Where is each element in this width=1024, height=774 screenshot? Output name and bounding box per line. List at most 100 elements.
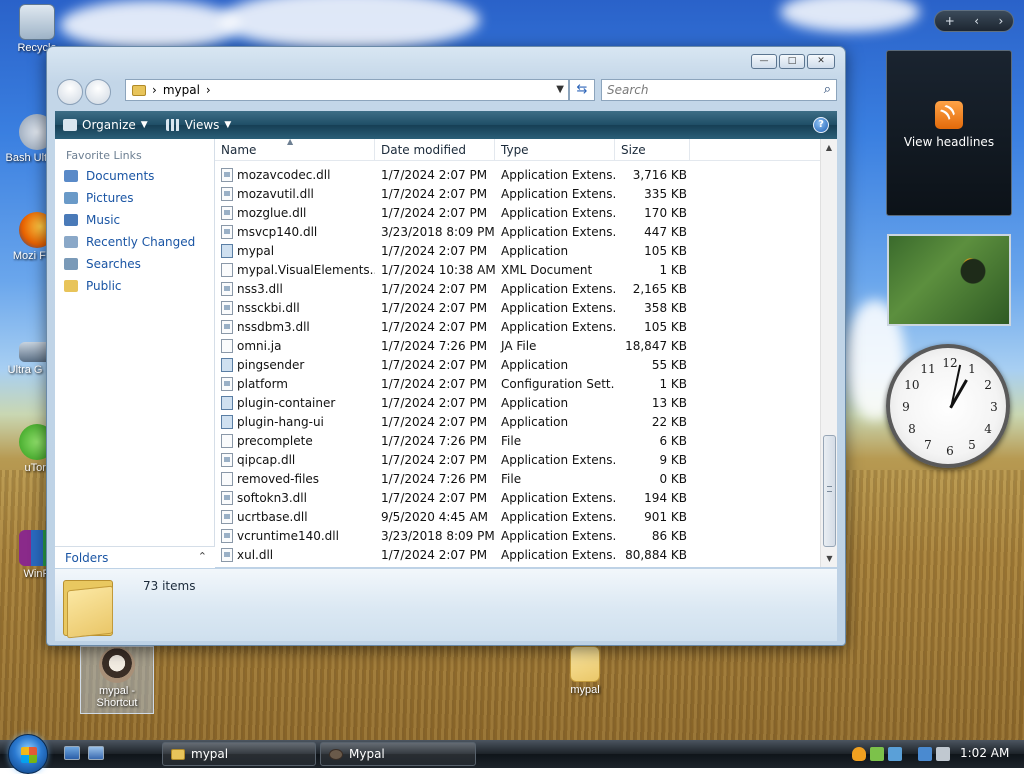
table-row[interactable]: nssdbm3.dll 1/7/2024 2:07 PM Application E…: [215, 317, 823, 336]
column-header-type[interactable]: Type: [495, 139, 615, 161]
table-row[interactable]: pingsender 1/7/2024 2:07 PM Application 55 …: [215, 355, 823, 374]
taskbar-button-explorer[interactable]: mypal: [162, 742, 316, 766]
add-gadget-button[interactable]: +: [945, 14, 955, 28]
file-type: Application Extens...: [501, 300, 615, 315]
prev-gadget-button[interactable]: ‹: [974, 14, 979, 28]
file-name: nssckbi.dll: [237, 300, 300, 315]
nav-link-recently-changed[interactable]: Recently Changed: [55, 231, 214, 253]
volume-muted-icon[interactable]: [936, 747, 950, 761]
nav-link-documents[interactable]: Documents: [55, 165, 214, 187]
table-row[interactable]: xul.dll 1/7/2024 2:07 PM Application Exten…: [215, 545, 823, 564]
scroll-down-arrow[interactable]: ▼: [821, 550, 838, 567]
file-type: Application Extens...: [501, 205, 615, 220]
table-row[interactable]: mozglue.dll 1/7/2024 2:07 PM Application E…: [215, 203, 823, 222]
cloud: [220, 0, 480, 50]
table-row[interactable]: mozavutil.dll 1/7/2024 2:07 PM Application…: [215, 184, 823, 203]
file-type: Application Extens...: [501, 547, 615, 562]
desktop-icon-mypal-folder[interactable]: mypal: [552, 646, 618, 696]
nav-link-searches[interactable]: Searches: [55, 253, 214, 275]
security-shield-icon[interactable]: [852, 747, 866, 761]
details-pane: 73 items: [55, 569, 837, 641]
table-row[interactable]: msvcp140.dll 3/23/2018 8:09 PM Application…: [215, 222, 823, 241]
search-placeholder: Search: [607, 83, 649, 97]
table-row[interactable]: qipcap.dll 1/7/2024 2:07 PM Application Ex…: [215, 450, 823, 469]
views-button[interactable]: Views ▼: [165, 118, 231, 132]
vertical-scrollbar[interactable]: ▲ ▼: [820, 139, 837, 567]
file-name-cell: mypal: [215, 243, 375, 258]
maximize-button[interactable]: □: [779, 54, 805, 69]
nav-link-label: Public: [86, 279, 122, 293]
minimize-button[interactable]: —: [751, 54, 777, 69]
search-icon[interactable]: ⌕: [824, 80, 831, 100]
view-headlines-label[interactable]: View headlines: [887, 135, 1011, 149]
table-row[interactable]: ucrtbase.dll 9/5/2020 4:45 AM Application …: [215, 507, 823, 526]
file-size: 1 KB: [659, 262, 687, 277]
clock-numeral: 11: [920, 361, 936, 376]
clock-numeral: 2: [984, 378, 992, 392]
column-header-date[interactable]: Date modified: [375, 139, 495, 161]
dll-file-icon: [221, 376, 233, 391]
close-button[interactable]: ✕: [807, 54, 835, 69]
start-button[interactable]: [8, 734, 48, 774]
table-row[interactable]: mypal 1/7/2024 2:07 PM Application 105 KB: [215, 241, 823, 260]
switch-windows-icon[interactable]: [88, 746, 104, 760]
update-icon[interactable]: [870, 747, 884, 761]
table-row[interactable]: softokn3.dll 1/7/2024 2:07 PM Application …: [215, 488, 823, 507]
table-row[interactable]: nss3.dll 1/7/2024 2:07 PM Application Exte…: [215, 279, 823, 298]
clock-gadget: 12 1 2 3 4 5 6 7 8 9 10 11: [886, 344, 1010, 468]
clock-numeral: 10: [904, 378, 920, 392]
nav-link-public[interactable]: Public: [55, 275, 214, 297]
file-name-cell: nssckbi.dll: [215, 300, 375, 315]
file-size: 2,165 KB: [632, 281, 687, 296]
taskbar-button-mypal[interactable]: Mypal: [320, 742, 476, 766]
tray-app-icon[interactable]: [888, 747, 902, 761]
file-date: 1/7/2024 2:07 PM: [381, 452, 488, 467]
address-bar[interactable]: › mypal › ▼: [125, 79, 569, 101]
table-row[interactable]: removed-files 1/7/2024 7:26 PM File 0 KB: [215, 469, 823, 488]
file-date: 1/7/2024 2:07 PM: [381, 243, 488, 258]
taskbar-clock[interactable]: 1:02 AM: [960, 746, 1009, 760]
file-name-cell: precomplete: [215, 433, 375, 448]
file-type: Application Extens...: [501, 186, 615, 201]
table-row[interactable]: plugin-container 1/7/2024 2:07 PM Applicat…: [215, 393, 823, 412]
refresh-button[interactable]: ⇆: [569, 79, 595, 101]
table-row[interactable]: precomplete 1/7/2024 7:26 PM File 6 KB: [215, 431, 823, 450]
file-name-cell: nssdbm3.dll: [215, 319, 375, 334]
next-gadget-button[interactable]: ›: [998, 14, 1003, 28]
address-path[interactable]: mypal: [163, 83, 200, 97]
folders-toggle[interactable]: Folders ⌃: [55, 546, 215, 568]
slideshow-gadget[interactable]: [887, 234, 1011, 326]
desktop-icon-mypal-shortcut[interactable]: mypal - Shortcut: [80, 646, 154, 714]
scroll-up-arrow[interactable]: ▲: [821, 139, 837, 156]
column-header-size[interactable]: Size: [615, 139, 690, 161]
network-icon[interactable]: [918, 747, 932, 761]
show-desktop-icon[interactable]: [64, 746, 80, 760]
file-date: 3/23/2018 8:09 PM: [381, 224, 495, 239]
table-row[interactable]: omni.ja 1/7/2024 7:26 PM JA File 18,847 KB: [215, 336, 823, 355]
table-row[interactable]: nssckbi.dll 1/7/2024 2:07 PM Application E…: [215, 298, 823, 317]
table-row[interactable]: platform 1/7/2024 2:07 PM Configuration Se…: [215, 374, 823, 393]
nav-link-music[interactable]: Music: [55, 209, 214, 231]
nav-link-pictures[interactable]: Pictures: [55, 187, 214, 209]
help-button[interactable]: ?: [813, 117, 829, 133]
table-row[interactable]: plugin-hang-ui 1/7/2024 2:07 PM Applicatio…: [215, 412, 823, 431]
table-row[interactable]: mozavcodec.dll 1/7/2024 2:07 PM Applicatio…: [215, 165, 823, 184]
back-button[interactable]: [57, 79, 83, 105]
file-name: nss3.dll: [237, 281, 283, 296]
forward-button[interactable]: [85, 79, 111, 105]
dll-file-icon: [221, 509, 233, 524]
file-size: 80,884 KB: [625, 547, 687, 562]
search-input[interactable]: Search ⌕: [601, 79, 837, 101]
file-name: msvcp140.dll: [237, 224, 318, 239]
column-header-name[interactable]: Name ▲: [215, 137, 375, 161]
file-type: Application Extens...: [501, 224, 615, 239]
file-name: vcruntime140.dll: [237, 528, 339, 543]
scroll-thumb[interactable]: [823, 435, 836, 547]
chevron-down-icon[interactable]: ▼: [556, 84, 564, 95]
file-size: 358 KB: [644, 300, 687, 315]
organize-button[interactable]: Organize ▼: [63, 118, 148, 132]
table-row[interactable]: vcruntime140.dll 3/23/2018 8:09 PM Applica…: [215, 526, 823, 545]
feed-headlines-gadget[interactable]: View headlines: [886, 50, 1012, 216]
taskbar-button-label: mypal: [191, 747, 229, 761]
table-row[interactable]: mypal.VisualElements... 1/7/2024 10:38 AM…: [215, 260, 823, 279]
